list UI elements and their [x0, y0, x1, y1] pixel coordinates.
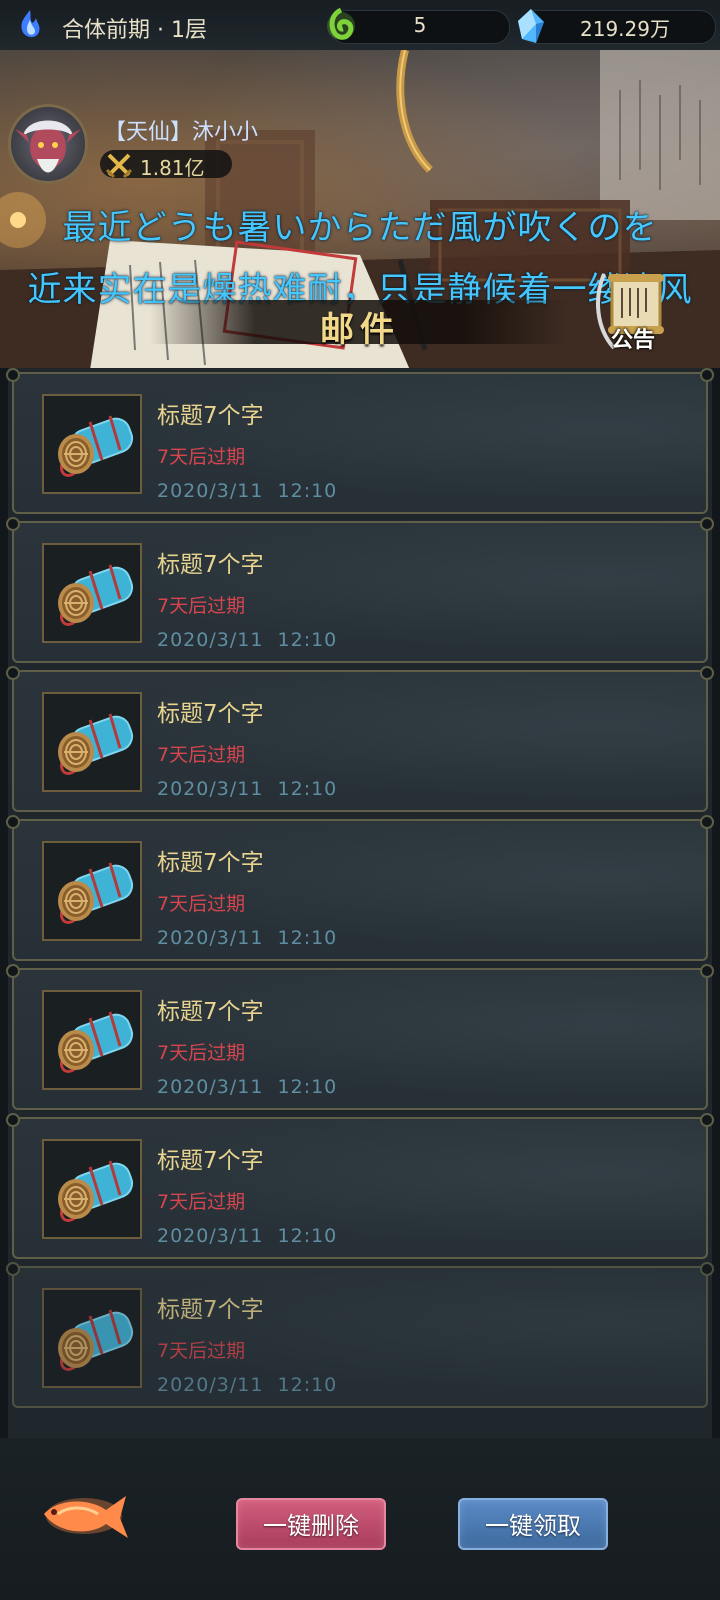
mail-expiry: 7天后过期 — [157, 1340, 246, 1362]
mail-date: 2020/3/11 — [157, 778, 264, 800]
scroll-bundle-icon — [58, 862, 134, 924]
mail-attachment-slot — [42, 394, 142, 494]
mail-timestamp: 2020/3/11 12:10 — [157, 1076, 337, 1098]
mail-attachment-slot — [42, 841, 142, 941]
mail-date: 2020/3/11 — [157, 1374, 264, 1396]
crystal-amount: 219.29万 — [580, 17, 670, 41]
mail-title: 标题7个字 — [157, 1297, 264, 1323]
scroll-bundle-icon — [58, 1011, 134, 1073]
mail-title: 标题7个字 — [157, 850, 264, 876]
mail-title: 标题7个字 — [157, 701, 264, 727]
mail-timestamp: 2020/3/11 12:10 — [157, 1374, 337, 1396]
mail-time: 12:10 — [277, 1076, 338, 1098]
mail-time: 12:10 — [277, 1374, 338, 1396]
mail-attachment-slot — [42, 1139, 142, 1239]
mail-title: 标题7个字 — [157, 552, 264, 578]
golden-koi-icon[interactable] — [28, 1484, 132, 1548]
mail-timestamp: 2020/3/11 12:10 — [157, 927, 337, 949]
mail-time: 12:10 — [277, 927, 338, 949]
mail-timestamp: 2020/3/11 12:10 — [157, 1225, 337, 1247]
mail-list-item[interactable]: 标题7个字 7天后过期 2020/3/11 12:10 — [6, 666, 714, 812]
scroll-bundle-icon — [58, 564, 134, 626]
mail-expiry: 7天后过期 — [157, 595, 246, 617]
jade-amount: 5 — [413, 13, 427, 37]
notice-label[interactable]: 公告 — [596, 322, 670, 354]
blue-crystal-icon — [518, 9, 544, 43]
mail-expiry: 7天后过期 — [157, 744, 246, 766]
mail-timestamp: 2020/3/11 12:10 — [157, 480, 337, 502]
mail-attachment-slot — [42, 990, 142, 1090]
realm-level-label: 合体前期 · 1层 — [62, 18, 207, 43]
scroll-bundle-icon — [58, 1160, 134, 1222]
panel-title: 邮件 — [320, 310, 400, 350]
mail-expiry: 7天后过期 — [157, 446, 246, 468]
green-jade-icon — [327, 7, 355, 40]
mail-date: 2020/3/11 — [157, 629, 264, 651]
mail-expiry: 7天后过期 — [157, 1042, 246, 1064]
crossed-swords-icon — [105, 153, 133, 179]
mail-attachment-slot — [42, 543, 142, 643]
delete-all-button[interactable]: 一键删除 — [236, 1498, 386, 1550]
mail-time: 12:10 — [277, 1225, 338, 1247]
mail-list-item[interactable]: 标题7个字 7天后过期 2020/3/11 12:10 — [6, 1113, 714, 1259]
mail-date: 2020/3/11 — [157, 927, 264, 949]
mail-attachment-slot — [42, 1288, 142, 1388]
blue-flame-icon — [21, 10, 40, 38]
mail-date: 2020/3/11 — [157, 480, 264, 502]
mail-title: 标题7个字 — [157, 999, 264, 1025]
player-name: 【天仙】沐小小 — [104, 120, 259, 145]
mail-time: 12:10 — [277, 778, 338, 800]
mail-expiry: 7天后过期 — [157, 1191, 246, 1213]
subtitle-japanese: 最近どうも暑いからただ風が吹くのを — [62, 208, 658, 248]
mail-timestamp: 2020/3/11 12:10 — [157, 629, 337, 651]
scroll-bundle-icon — [58, 1309, 134, 1371]
mail-date: 2020/3/11 — [157, 1076, 264, 1098]
mail-list-item[interactable]: 标题7个字 7天后过期 2020/3/11 12:10 — [6, 517, 714, 663]
mail-list-item[interactable]: 标题7个字 7天后过期 2020/3/11 12:10 — [6, 368, 714, 514]
mail-list-item[interactable]: 标题7个字 7天后过期 2020/3/11 12:10 — [6, 1262, 714, 1408]
scroll-bundle-icon — [58, 713, 134, 775]
mail-title: 标题7个字 — [157, 403, 264, 429]
scroll-bundle-icon — [58, 415, 134, 477]
combat-power-value: 1.81亿 — [140, 156, 205, 180]
mail-list-item[interactable]: 标题7个字 7天后过期 2020/3/11 12:10 — [6, 964, 714, 1110]
demon-portrait-icon — [15, 120, 81, 173]
player-avatar[interactable] — [8, 104, 88, 184]
claim-all-button[interactable]: 一键领取 — [458, 1498, 608, 1550]
mail-time: 12:10 — [277, 480, 338, 502]
mail-list-item[interactable]: 标题7个字 7天后过期 2020/3/11 12:10 — [6, 815, 714, 961]
mail-timestamp: 2020/3/11 12:10 — [157, 778, 337, 800]
resource-bar: 合体前期 · 1层 5 219.29万 — [0, 0, 720, 50]
mail-attachment-slot — [42, 692, 142, 792]
mail-expiry: 7天后过期 — [157, 893, 246, 915]
mail-title: 标题7个字 — [157, 1148, 264, 1174]
mail-date: 2020/3/11 — [157, 1225, 264, 1247]
mail-time: 12:10 — [277, 629, 338, 651]
